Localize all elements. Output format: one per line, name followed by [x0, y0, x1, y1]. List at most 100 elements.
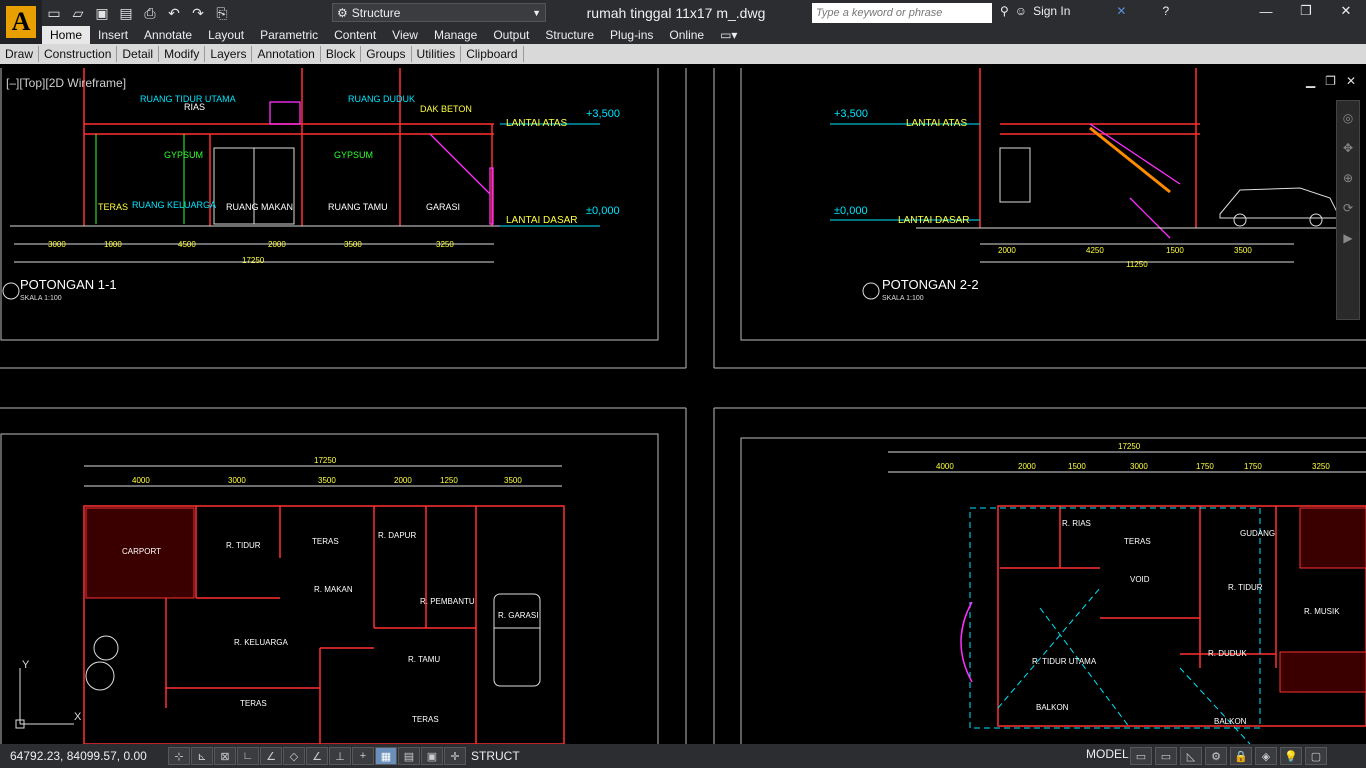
s1-teras: TERAS [98, 202, 128, 212]
panel-draw[interactable]: Draw [0, 46, 40, 62]
exchange-icon[interactable]: ✕ [1116, 4, 1126, 18]
showmotion-icon[interactable]: ▶ [1343, 231, 1352, 245]
object-snap-icon[interactable]: ◇ [283, 747, 305, 765]
panel-utilities[interactable]: Utilities [412, 46, 462, 62]
panel-detail[interactable]: Detail [117, 46, 160, 62]
quick-view-layouts-icon[interactable]: ▭ [1130, 747, 1152, 765]
p1-dim-5: 1250 [440, 476, 458, 485]
hardware-acceleration-icon[interactable]: ◈ [1255, 747, 1277, 765]
binoculars-icon: ⚲ [1000, 4, 1009, 18]
tab-parametric[interactable]: Parametric [252, 26, 326, 44]
panel-annotation[interactable]: Annotation [252, 46, 321, 62]
zoom-icon[interactable]: ⊕ [1343, 171, 1353, 185]
p1-dim-total: 17250 [314, 456, 337, 465]
coordinates-display[interactable]: 64792.23, 84099.57, 0.00 [0, 749, 168, 763]
panel-groups[interactable]: Groups [361, 46, 412, 62]
s1-dim-1: 3000 [48, 240, 66, 249]
ortho-mode-icon[interactable]: ∟ [237, 747, 259, 765]
object-snap-tracking-icon[interactable]: ∠ [306, 747, 328, 765]
undo-icon[interactable]: ↶ [164, 3, 184, 23]
panel-clipboard[interactable]: Clipboard [461, 46, 524, 62]
tab-content[interactable]: Content [326, 26, 384, 44]
s1-room-rias: RIAS [184, 102, 205, 112]
s1-gypsum-2: GYPSUM [334, 150, 373, 160]
workspace-switch-icon[interactable]: ⚙ [1205, 747, 1227, 765]
ribbon-toggle-icon[interactable]: ▭▾ [712, 26, 745, 44]
s2-dim-4: 3500 [1234, 246, 1252, 255]
sign-in-button[interactable]: ⚲ ☺ Sign In ✕ ? [1000, 4, 1169, 18]
model-space-button[interactable]: MODEL [1086, 747, 1129, 761]
tab-annotate[interactable]: Annotate [136, 26, 200, 44]
help-icon[interactable]: ? [1162, 4, 1169, 18]
tab-structure[interactable]: Structure [537, 26, 602, 44]
fullscreen-icon[interactable]: ▢ [1305, 747, 1327, 765]
transparency-icon[interactable]: ▤ [398, 747, 420, 765]
save-icon[interactable]: ▣ [92, 3, 112, 23]
tab-output[interactable]: Output [485, 26, 537, 44]
infer-constraints-icon[interactable]: ⊹ [168, 747, 190, 765]
application-menu-button[interactable]: A [0, 0, 42, 44]
cad-drawing: RUANG TIDUR UTAMA RIAS RUANG DUDUK DAK B… [0, 68, 1366, 744]
annotation-scale-icon[interactable]: ◺ [1180, 747, 1202, 765]
upper-floor-plan: 17250 4000 2000 1500 3000 1750 1750 3250 [888, 442, 1366, 744]
viewport-restore-icon[interactable]: ❐ [1325, 74, 1336, 88]
viewport-close-icon[interactable]: ✕ [1346, 74, 1356, 88]
polar-tracking-icon[interactable]: ∠ [260, 747, 282, 765]
dynamic-input-icon[interactable]: + [352, 747, 374, 765]
open-file-icon[interactable]: ▱ [68, 3, 88, 23]
p2-dim-3: 1500 [1068, 462, 1086, 471]
workspace-icon[interactable]: ⎘ [212, 3, 232, 23]
title-bar: A ▭ ▱ ▣ ▤ ⎙ ↶ ↷ ⎘ ⚙ Structure ▼ rumah ti… [0, 0, 1366, 44]
redo-icon[interactable]: ↷ [188, 3, 208, 23]
new-file-icon[interactable]: ▭ [44, 3, 64, 23]
lineweight-icon[interactable]: ▦ [375, 747, 397, 765]
ucs-icon: Y X [15, 659, 82, 729]
snap-mode-icon[interactable]: ⊾ [191, 747, 213, 765]
search-input[interactable]: Type a keyword or phrase [812, 3, 992, 23]
p1-r-tamu: R. TAMU [408, 655, 440, 664]
grid-display-icon[interactable]: ⊠ [214, 747, 236, 765]
p1-r-tidur: R. TIDUR [226, 541, 261, 550]
drawing-canvas[interactable]: RUANG TIDUR UTAMA RIAS RUANG DUDUK DAK B… [0, 68, 1366, 744]
status-bar: 64792.23, 84099.57, 0.00 ⊹ ⊾ ⊠ ∟ ∠ ◇ ∠ ⊥… [0, 744, 1366, 768]
p2-r-musik: R. MUSIK [1304, 607, 1340, 616]
selection-cycling-icon[interactable]: ✛ [444, 747, 466, 765]
struct-toggle[interactable]: STRUCT [471, 749, 520, 763]
steering-wheel-icon[interactable]: ◎ [1343, 111, 1353, 125]
s2-dim-3: 1500 [1166, 246, 1184, 255]
panel-layers[interactable]: Layers [205, 46, 253, 62]
viewport-minimize-icon[interactable]: ▁ [1306, 74, 1315, 88]
tab-online[interactable]: Online [661, 26, 712, 44]
p2-dim-1: 4000 [936, 462, 954, 471]
lock-icon[interactable]: 🔒 [1230, 747, 1252, 765]
svg-text:X: X [74, 711, 82, 723]
plot-icon[interactable]: ⎙ [140, 3, 160, 23]
tab-insert[interactable]: Insert [90, 26, 136, 44]
orbit-icon[interactable]: ⟳ [1343, 201, 1353, 215]
pan-icon[interactable]: ✥ [1343, 141, 1353, 155]
tab-layout[interactable]: Layout [200, 26, 252, 44]
minimize-icon[interactable]: — [1246, 0, 1286, 22]
viewport-label[interactable]: [–][Top][2D Wireframe] [6, 76, 126, 90]
s2-scale: SKALA 1:100 [882, 295, 924, 302]
p1-r-garasi: R. GARASI [498, 611, 538, 620]
quick-properties-icon[interactable]: ▣ [421, 747, 443, 765]
quick-view-drawings-icon[interactable]: ▭ [1155, 747, 1177, 765]
tab-manage[interactable]: Manage [426, 26, 485, 44]
panel-modify[interactable]: Modify [159, 46, 206, 62]
s1-dak-beton: DAK BETON [420, 104, 472, 114]
close-icon[interactable]: ✕ [1326, 0, 1366, 22]
panel-construction[interactable]: Construction [39, 46, 118, 62]
isolate-objects-icon[interactable]: 💡 [1280, 747, 1302, 765]
s1-title: POTONGAN 1-1 [20, 277, 117, 292]
workspace-select[interactable]: ⚙ Structure ▼ [332, 3, 546, 22]
sign-in-label: Sign In [1033, 4, 1071, 18]
panel-block[interactable]: Block [321, 46, 362, 62]
save-as-icon[interactable]: ▤ [116, 3, 136, 23]
restore-icon[interactable]: ❐ [1286, 0, 1326, 22]
tab-view[interactable]: View [384, 26, 426, 44]
navigation-bar: ◎ ✥ ⊕ ⟳ ▶ [1336, 100, 1360, 320]
tab-home[interactable]: Home [42, 26, 91, 44]
tab-plug-ins[interactable]: Plug-ins [602, 26, 661, 44]
dynamic-ucs-icon[interactable]: ⊥ [329, 747, 351, 765]
